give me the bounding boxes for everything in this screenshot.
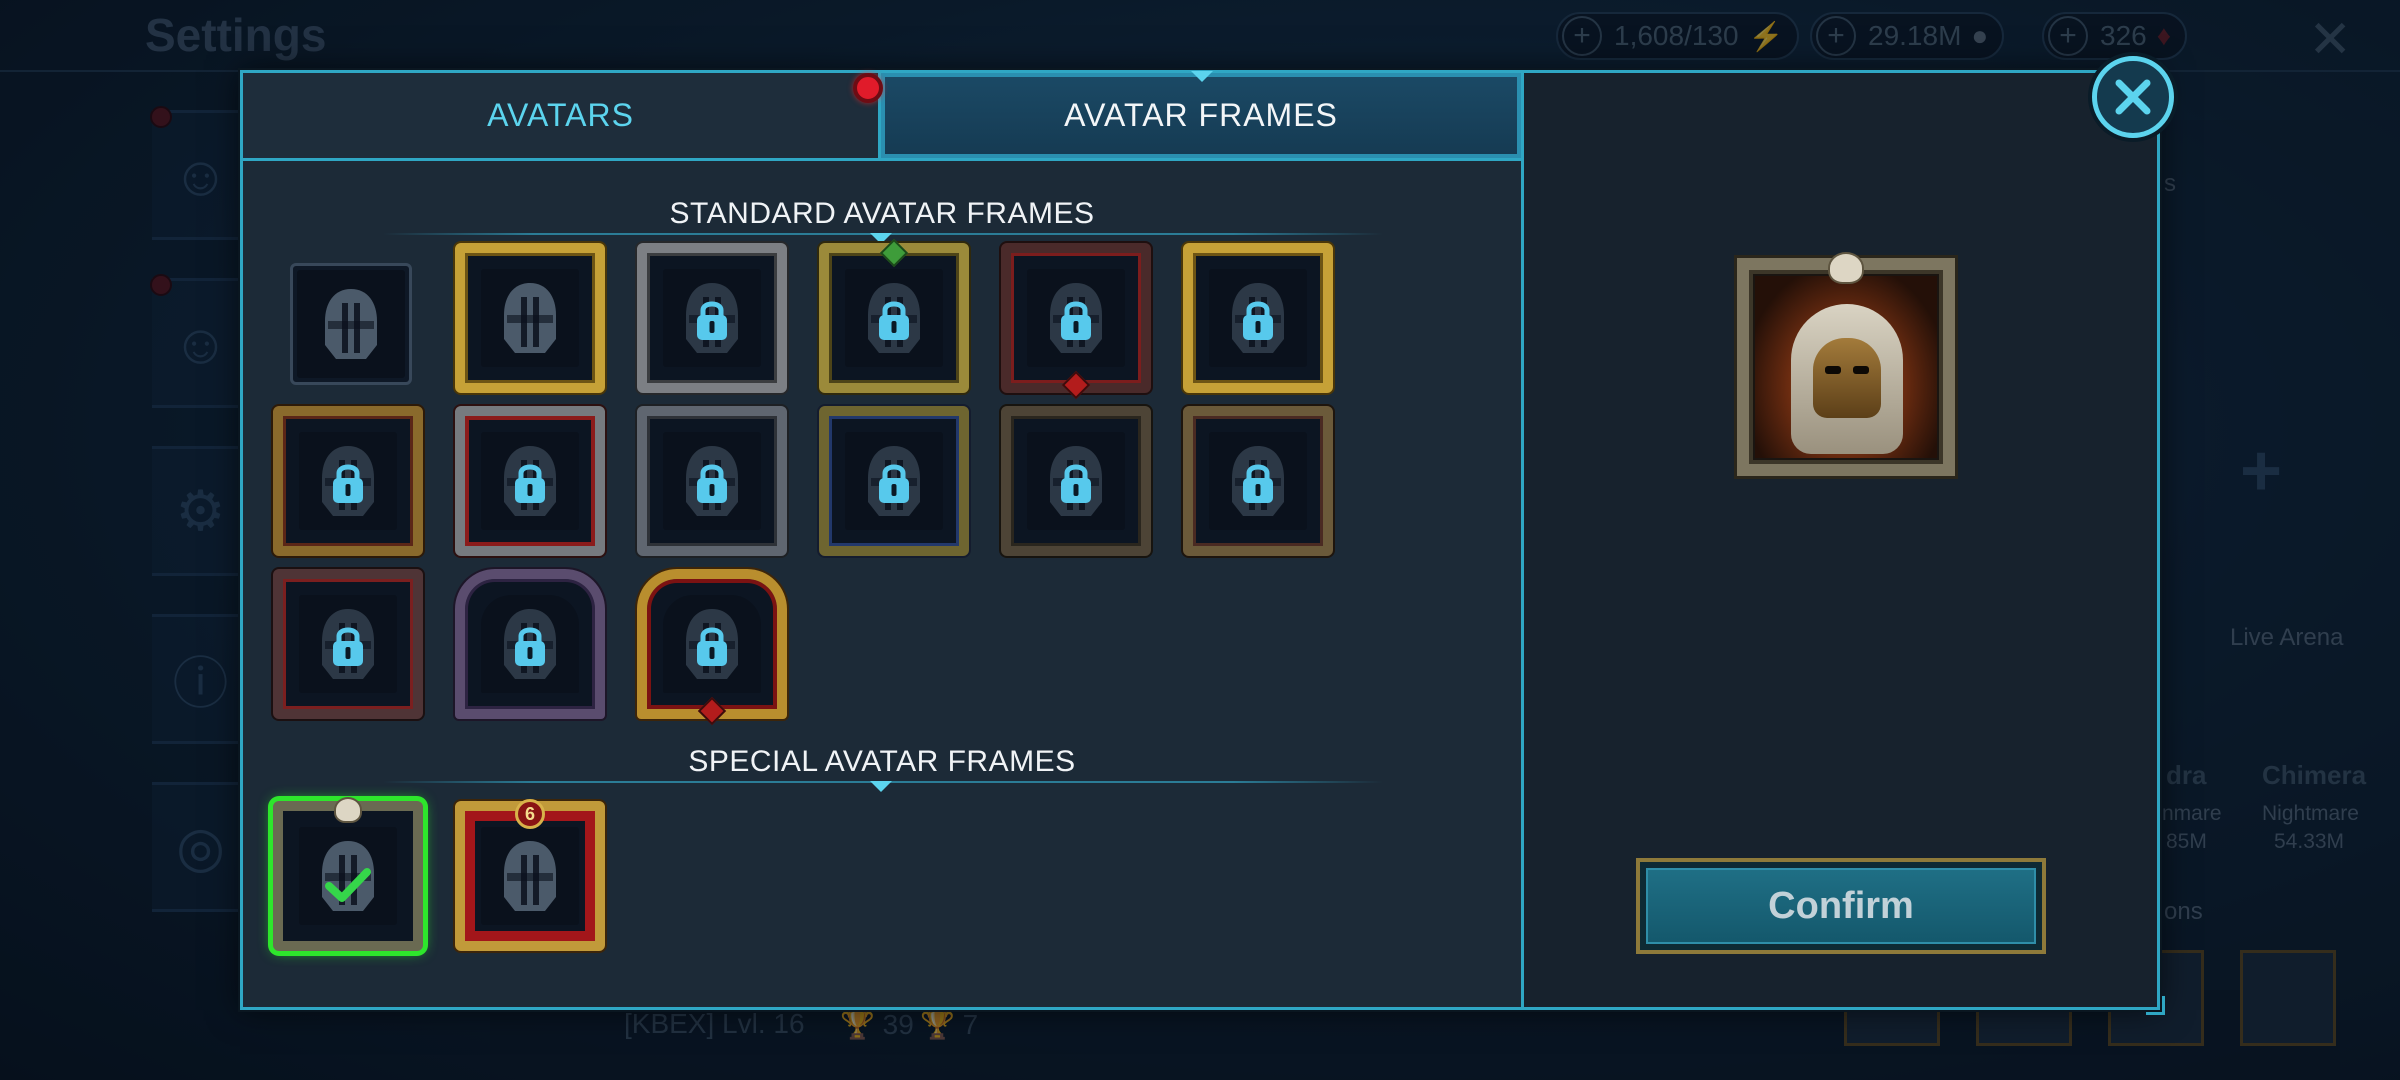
mask-eye [1825, 366, 1841, 374]
lock-icon [697, 464, 727, 503]
lock-icon [1243, 301, 1273, 340]
avatar-frame-standard[interactable] [1183, 406, 1333, 556]
avatar-frame-standard[interactable] [637, 569, 787, 726]
lock-icon [333, 627, 363, 666]
lock-icon [1061, 464, 1091, 503]
avatar-preview [1737, 252, 1955, 476]
lock-icon [333, 464, 363, 503]
lock-icon [515, 627, 545, 666]
avatar-frame-standard[interactable] [1001, 243, 1151, 400]
avatar-frame-standard[interactable] [1183, 243, 1333, 393]
avatar-frame-standard[interactable] [455, 243, 605, 393]
gem-ornament [697, 696, 727, 726]
preview-pane: Confirm [1524, 73, 2157, 1007]
skull-ornament [1828, 252, 1864, 284]
avatar-frame-standard[interactable] [637, 406, 787, 556]
mask [1813, 338, 1881, 418]
avatar-frame-special-selected[interactable] [273, 797, 423, 951]
frames-pane: AVATARS AVATAR FRAMES STANDARD AVATAR FR… [243, 71, 1521, 1007]
avatar-frame-special[interactable]: 6 [455, 799, 605, 951]
lock-icon [697, 301, 727, 340]
avatar-frame-standard[interactable] [637, 243, 787, 393]
lock-icon [515, 464, 545, 503]
special-frames-title: SPECIAL AVATAR FRAMES [688, 745, 1076, 778]
avatar-frame-standard[interactable] [273, 406, 423, 556]
standard-frames-title: STANDARD AVATAR FRAMES [669, 197, 1095, 230]
notification-dot [853, 73, 883, 103]
gem-ornament [879, 238, 909, 268]
tab-avatar-frames[interactable]: AVATAR FRAMES [881, 73, 1521, 158]
screen: Settings + 1,608/130 ⚡ + 29.18M ● + 326 … [0, 0, 2400, 1080]
caret-icon [1191, 71, 1213, 82]
caret-icon [870, 781, 892, 792]
avatar-frame-standard[interactable] [290, 263, 412, 385]
close-dialog-button[interactable] [2092, 56, 2174, 138]
lock-icon [879, 301, 909, 340]
avatar-frame-standard[interactable] [455, 406, 605, 556]
champion-avatar [1755, 276, 1937, 458]
avatar-frame-standard[interactable] [819, 238, 969, 393]
checkmark-icon [325, 868, 371, 902]
avatar-frame-standard[interactable] [819, 406, 969, 556]
helmet-icon [504, 283, 556, 353]
lock-icon [697, 627, 727, 666]
confirm-label: Confirm [1646, 868, 2036, 944]
skull-ornament [334, 797, 362, 823]
gem-ornament [1061, 370, 1091, 400]
helmet-icon [325, 289, 377, 359]
helmet-icon [504, 841, 556, 911]
mask-eye [1853, 366, 1869, 374]
avatar-frame-standard[interactable] [1001, 406, 1151, 556]
frame-badge: 6 [515, 799, 545, 829]
confirm-button[interactable]: Confirm [1636, 858, 2046, 954]
avatar-frame-standard[interactable] [455, 569, 605, 719]
close-icon [2115, 79, 2151, 115]
tab-avatars[interactable]: AVATARS [243, 73, 881, 158]
lock-icon [1243, 464, 1273, 503]
avatar-frames-dialog: AVATARS AVATAR FRAMES STANDARD AVATAR FR… [240, 70, 2165, 1015]
avatar-frame-standard[interactable] [273, 569, 423, 719]
lock-icon [879, 464, 909, 503]
lock-icon [1061, 301, 1091, 340]
